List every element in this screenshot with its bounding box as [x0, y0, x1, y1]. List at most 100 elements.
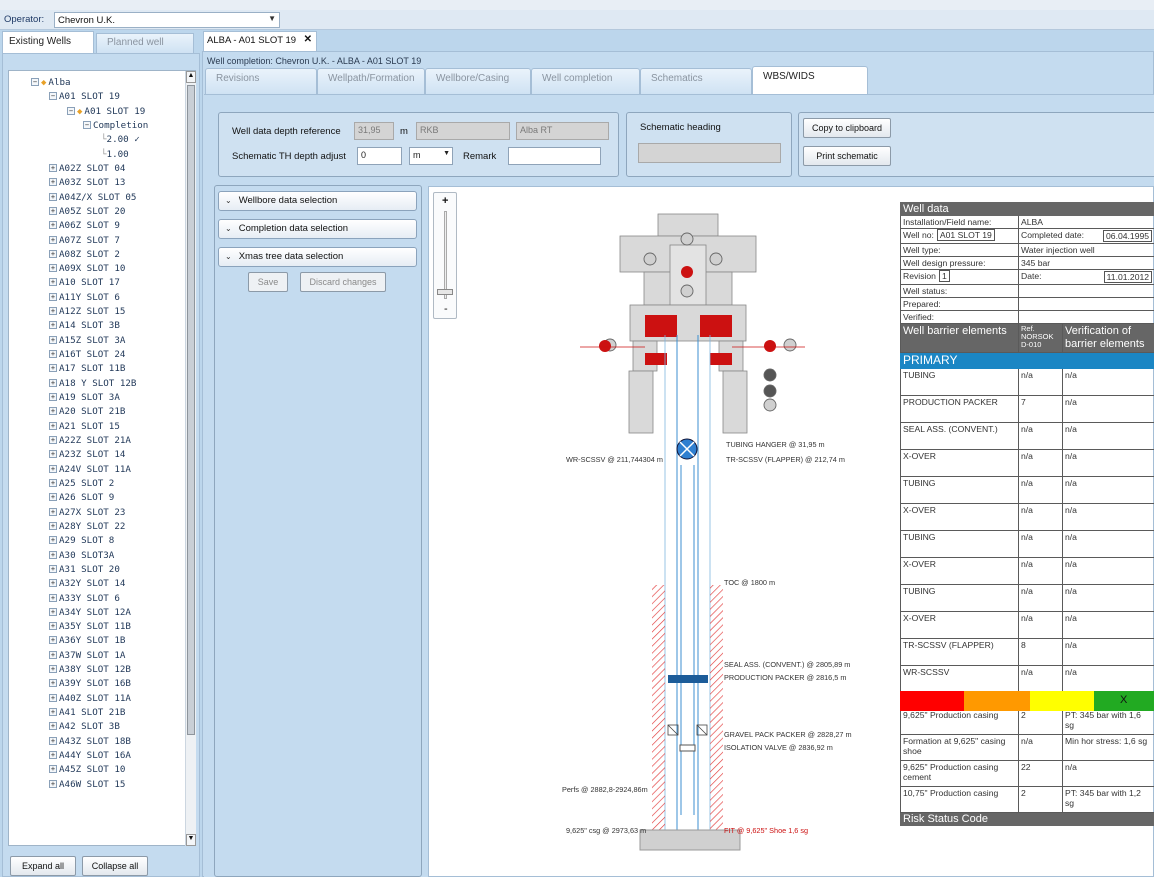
expand-icon[interactable]: +	[49, 464, 57, 473]
expand-icon[interactable]: +	[49, 249, 57, 258]
tree-item[interactable]: └2.00 ✓	[101, 132, 140, 147]
tree-item[interactable]: + A22Z SLOT 21A	[49, 433, 131, 448]
tree-item[interactable]: + A09X SLOT 10	[49, 261, 125, 276]
expand-icon[interactable]: +	[49, 307, 57, 316]
expand-icon[interactable]: +	[49, 407, 57, 416]
expand-icon[interactable]: +	[49, 550, 57, 559]
wellbore-data-selection[interactable]: ⌄ Wellbore data selection	[218, 191, 417, 211]
tree-item[interactable]: + A45Z SLOT 10	[49, 762, 125, 777]
expand-icon[interactable]: +	[49, 751, 57, 760]
scroll-thumb[interactable]	[187, 85, 195, 735]
tree-item[interactable]: + A16T SLOT 24	[49, 347, 125, 362]
expand-icon[interactable]: +	[49, 378, 57, 387]
tree-item[interactable]: + A03Z SLOT 13	[49, 175, 125, 190]
expand-icon[interactable]: +	[49, 607, 57, 616]
expand-icon[interactable]: +	[49, 765, 57, 774]
tree-item[interactable]: └1.00	[101, 147, 129, 162]
expand-icon[interactable]: +	[49, 321, 57, 330]
tree-item[interactable]: − A01 SLOT 19	[49, 89, 120, 104]
expand-icon[interactable]: +	[49, 478, 57, 487]
expand-icon[interactable]: +	[49, 736, 57, 745]
tree-item[interactable]: + A02Z SLOT 04	[49, 161, 125, 176]
expand-icon[interactable]: +	[49, 450, 57, 459]
tree-item[interactable]: + A19 SLOT 3A	[49, 390, 120, 405]
tab-wbs-wids[interactable]: WBS/WIDS	[752, 66, 868, 94]
expand-icon[interactable]: +	[49, 493, 57, 502]
expand-icon[interactable]: +	[49, 622, 57, 631]
tree-item[interactable]: + A08Z SLOT 2	[49, 247, 120, 262]
tab-wellbore-casing[interactable]: Wellbore/Casing	[425, 68, 531, 94]
discard-changes-button[interactable]: Discard changes	[300, 272, 386, 292]
copy-to-clipboard-button[interactable]: Copy to clipboard	[803, 118, 891, 138]
print-schematic-button[interactable]: Print schematic	[803, 146, 891, 166]
expand-icon[interactable]: +	[49, 206, 57, 215]
expand-all-button[interactable]: Expand all	[10, 856, 76, 876]
tree-item[interactable]: + A35Y SLOT 11B	[49, 619, 131, 634]
expand-icon[interactable]: +	[49, 693, 57, 702]
depth-value-field[interactable]: 31,95	[354, 122, 394, 140]
expand-icon[interactable]: +	[49, 564, 57, 573]
expand-icon[interactable]: +	[49, 507, 57, 516]
chevron-down-icon[interactable]: ▼	[443, 150, 450, 157]
tree-item[interactable]: + A40Z SLOT 11A	[49, 691, 131, 706]
tree-item[interactable]: + A32Y SLOT 14	[49, 576, 125, 591]
expand-icon[interactable]: +	[49, 421, 57, 430]
tree-item[interactable]: + A26 SLOT 9	[49, 490, 114, 505]
expand-icon[interactable]: +	[49, 163, 57, 172]
expand-icon[interactable]: +	[49, 636, 57, 645]
alba-rt-field[interactable]: Alba RT	[516, 122, 609, 140]
zoom-slider[interactable]: + -	[433, 192, 457, 319]
expand-icon[interactable]: +	[49, 278, 57, 287]
document-tab[interactable]: ALBA - A01 SLOT 19 ✕	[203, 31, 317, 51]
tree-item[interactable]: + A07Z SLOT 7	[49, 233, 120, 248]
collapse-icon[interactable]: −	[49, 92, 57, 101]
remark-field[interactable]	[508, 147, 601, 165]
expand-icon[interactable]: +	[49, 536, 57, 545]
expand-icon[interactable]: +	[49, 679, 57, 688]
tab-well-completion[interactable]: Well completion	[531, 68, 640, 94]
tab-revisions[interactable]: Revisions	[205, 68, 317, 94]
rkb-field[interactable]: RKB	[416, 122, 510, 140]
expand-icon[interactable]: +	[49, 521, 57, 530]
tree-item[interactable]: + A17 SLOT 11B	[49, 361, 125, 376]
tree-item[interactable]: − Completion	[83, 118, 148, 133]
tree-item[interactable]: − ◆ A01 SLOT 19	[67, 104, 145, 119]
scroll-up-icon[interactable]: ▲	[186, 71, 196, 83]
tree-item[interactable]: + A43Z SLOT 18B	[49, 734, 131, 749]
tree-item[interactable]: + A11Y SLOT 6	[49, 290, 120, 305]
tree-item[interactable]: + A20 SLOT 21B	[49, 404, 125, 419]
expand-icon[interactable]: +	[49, 722, 57, 731]
save-button[interactable]: Save	[248, 272, 288, 292]
tree-item[interactable]: + A46W SLOT 15	[49, 777, 125, 792]
expand-icon[interactable]: +	[49, 665, 57, 674]
tree-item[interactable]: + A04Z/X SLOT 05	[49, 190, 136, 205]
tree-item[interactable]: + A39Y SLOT 16B	[49, 676, 131, 691]
tree-item[interactable]: + A30 SLOT3A	[49, 548, 114, 563]
expand-icon[interactable]: +	[49, 192, 57, 201]
tree-item[interactable]: + A10 SLOT 17	[49, 275, 120, 290]
tree-item[interactable]: + A21 SLOT 15	[49, 419, 120, 434]
zoom-in-icon[interactable]: +	[442, 195, 448, 207]
xmas-tree-data-selection[interactable]: ⌄ Xmas tree data selection	[218, 247, 417, 267]
expand-icon[interactable]: +	[49, 650, 57, 659]
zoom-out-icon[interactable]: -	[444, 303, 448, 315]
tab-wellpath-formation[interactable]: Wellpath/Formation	[317, 68, 425, 94]
tree-scrollbar[interactable]: ▲ ▼	[185, 71, 196, 846]
tree-item[interactable]: + A23Z SLOT 14	[49, 447, 125, 462]
tab-planned-well[interactable]: Planned well	[96, 33, 194, 53]
expand-icon[interactable]: +	[49, 364, 57, 373]
tree-item[interactable]: + A31 SLOT 20	[49, 562, 120, 577]
th-unit-select[interactable]: m ▼	[409, 147, 453, 165]
collapse-icon[interactable]: −	[83, 120, 91, 129]
tree-item[interactable]: + A05Z SLOT 20	[49, 204, 125, 219]
tree-item[interactable]: + A34Y SLOT 12A	[49, 605, 131, 620]
tree-item[interactable]: + A33Y SLOT 6	[49, 591, 120, 606]
tree-item[interactable]: + A41 SLOT 21B	[49, 705, 125, 720]
expand-icon[interactable]: +	[49, 178, 57, 187]
close-icon[interactable]: ✕	[304, 34, 312, 45]
tree-item[interactable]: − ◆ Alba	[31, 75, 71, 90]
tree-item[interactable]: + A24V SLOT 11A	[49, 462, 131, 477]
chevron-down-icon[interactable]: ▼	[268, 14, 276, 23]
tab-schematics[interactable]: Schematics	[640, 68, 752, 94]
tree-item[interactable]: + A38Y SLOT 12B	[49, 662, 131, 677]
